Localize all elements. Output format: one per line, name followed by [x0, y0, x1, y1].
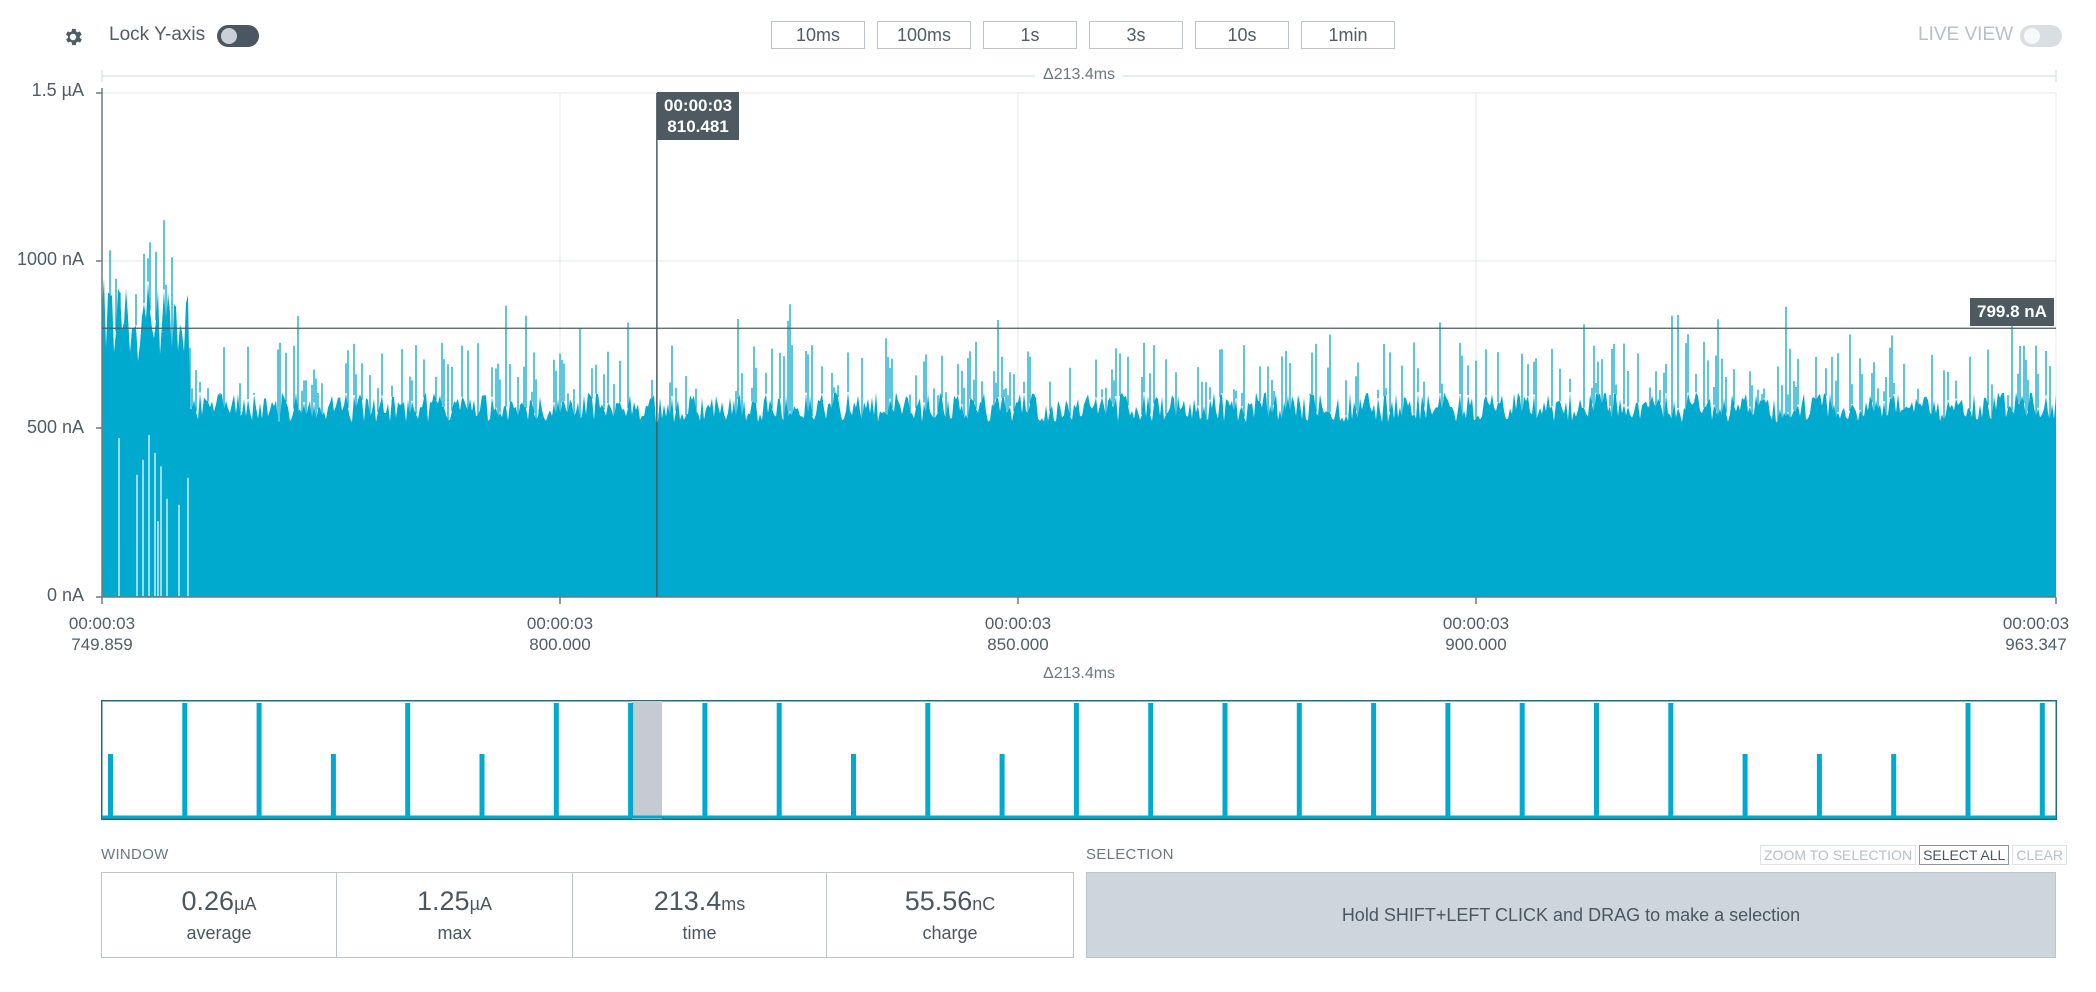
x-tick-label: 00:00:03 800.000: [526, 614, 594, 654]
minimap-pulse: [1445, 703, 1451, 818]
y-tick-label: 500 nA: [26, 417, 84, 437]
y-tick-marks: [96, 92, 102, 598]
minimap-pulse: [1742, 754, 1748, 818]
minimap-pulse: [182, 703, 188, 818]
minimap-pulse: [479, 754, 485, 818]
stat-charge: 55.56nC charge: [904, 886, 996, 943]
y-tick-label: 0 nA: [46, 585, 84, 605]
minimap-pulse: [1519, 703, 1525, 818]
minimap-pulse: [1668, 703, 1674, 818]
minimap-pulse: [1222, 703, 1228, 818]
x-tick-label: 00:00:03 900.000: [1442, 614, 1510, 654]
x-tick-marks: [101, 597, 2057, 604]
minimap-pulse: [628, 703, 634, 818]
y-tick-label: 1000 nA: [16, 249, 84, 269]
window-stats: 0.26µA average 1.25µA max 213.4ms time 5…: [101, 872, 1074, 958]
minimap-pulse: [553, 703, 559, 818]
minimap-pulse: [702, 703, 708, 818]
minimap-pulse: [2039, 703, 2045, 818]
cursor-tooltip: 00:00:03 810.481: [657, 92, 740, 140]
minimap-pulse: [999, 754, 1005, 818]
stat-time: 213.4ms time: [573, 873, 827, 957]
minimap-pulse: [1816, 754, 1822, 818]
stat-max: 1.25µA max: [337, 873, 573, 957]
minimap-pulse: [405, 703, 411, 818]
x-tick-label: 00:00:03 749.859: [68, 614, 136, 654]
minimap-pulse: [1148, 703, 1154, 818]
selection-section-label: SELECTION: [1086, 846, 1174, 863]
minimap-chart[interactable]: [101, 700, 2057, 820]
minimap-pulse: [108, 754, 113, 818]
minimap-pulse: [1371, 703, 1377, 818]
minimap-pulse: [1296, 703, 1302, 818]
horizontal-marker-label: 799.8 nA: [1970, 298, 2054, 326]
selection-buttons: ZOOM TO SELECTION SELECT ALL CLEAR: [1760, 845, 2067, 865]
x-tick-label: 00:00:03 850.000: [984, 614, 1052, 654]
minimap-pulse: [1594, 703, 1599, 818]
minimap-pulse: [330, 754, 336, 818]
minimap-window-selection[interactable]: [632, 701, 662, 819]
main-chart[interactable]: [0, 0, 2096, 660]
minimap-pulse: [1073, 703, 1079, 818]
window-section-label: WINDOW: [101, 846, 169, 863]
minimap-pulse: [1891, 754, 1897, 818]
clear-selection-button[interactable]: CLEAR: [2012, 845, 2067, 865]
x-tick-label: 00:00:03 963.347: [2002, 614, 2070, 654]
delta-time-label: Δ213.4ms: [1035, 66, 1124, 84]
zoom-to-selection-button[interactable]: ZOOM TO SELECTION: [1760, 845, 1917, 865]
minimap-pulse: [256, 703, 262, 818]
minimap-pulse: [851, 754, 856, 818]
select-all-button[interactable]: SELECT ALL: [1919, 845, 2010, 865]
minimap-delta-label: Δ213.4ms: [1035, 665, 1124, 683]
y-tick-label: 1.5 µA: [31, 80, 84, 100]
minimap-pulse: [1965, 703, 1971, 818]
stat-average: 0.26µA average: [102, 873, 337, 957]
selection-hint-box[interactable]: Hold SHIFT+LEFT CLICK and DRAG to make a…: [1086, 872, 2056, 958]
minimap-pulse: [925, 703, 931, 818]
current-signal-area: [102, 278, 2056, 597]
minimap-pulse: [776, 703, 782, 818]
